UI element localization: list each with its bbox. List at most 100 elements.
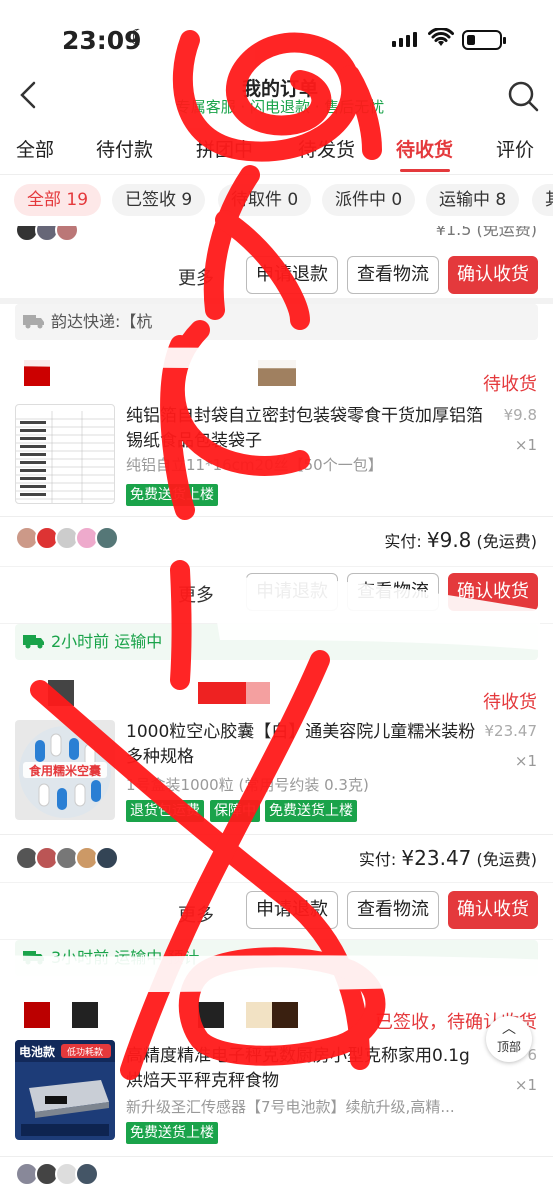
product-quantity: ×1 [514,1076,537,1094]
status-filter-chips: 全部 19 已签收 9 待取件 0 派件中 0 运输中 8 其 [0,176,553,226]
moon-icon: ☾ [128,26,148,51]
avatar [75,1162,99,1186]
order-card-partial: ¥1.5 (免运费) 更多 申请退款 查看物流 确认收货 [0,226,553,298]
order-actions: 更多 申请退款 查看物流 确认收货 [0,567,553,623]
tab-group-buy[interactable]: 拼团中 [196,135,253,162]
shop-name-blur [198,682,246,704]
product-title[interactable]: 纯铝箔自封袋自立密封包装袋零食干货加厚铝箔锡纸食品包装袋子 [126,404,486,454]
status-bar: 23:09 ☾ [0,0,553,70]
chip-all[interactable]: 全部 19 [14,184,102,216]
product-title[interactable]: 1000粒空心胶囊【白】通美容院儿童糯米装粉多种规格 [126,720,486,770]
paid-label: 实付: [384,532,422,551]
more-link[interactable]: 更多 [178,901,214,927]
view-logistics-button[interactable]: 查看物流 [347,891,439,929]
avatar [95,846,119,870]
wifi-icon [428,28,454,46]
shop-logo [48,680,74,706]
shop-logo [24,1002,50,1028]
avatar-group [15,846,119,870]
tab-review[interactable]: 评价 [496,135,534,162]
avatar-group [15,1162,99,1186]
truck-icon [23,315,44,329]
truck-icon [23,635,44,649]
tag-protected: 保障中 [210,800,260,822]
view-logistics-button[interactable]: 查看物流 [347,256,439,294]
shop-name-blur [258,360,296,386]
more-link[interactable]: 更多 [178,264,214,290]
paid-amount: ¥9.8 [426,528,472,552]
paid-amount: ¥23.47 [401,846,472,870]
truck-icon [23,951,44,965]
tab-indicator [400,169,450,172]
paid-total: 实付: ¥23.47 (免运费) [359,846,537,870]
order-card: 2小时前 运输中 待收货 食用糯米空囊 1000粒空心胶囊【白】通美容院儿童糯米… [0,624,553,882]
shop-name-blur [198,1002,224,1028]
avatar-group [15,526,119,550]
product-spec: 1号盒装1000粒 (常用号约装 0.3克) [126,776,369,794]
product-quantity: ×1 [514,436,537,454]
confirm-receipt-button[interactable]: 确认收货 [448,573,538,611]
shop-name-blur [272,1002,298,1028]
tab-pending-receipt[interactable]: 待收货 [396,135,453,162]
paid-note: (免运费) [476,850,538,869]
divider [0,516,553,517]
view-logistics-button[interactable]: 查看物流 [347,573,439,611]
product-title[interactable]: 高精度精准电子秤克数厨房小型克称家用0.1g烘焙天平秤克秤食物 [126,1044,486,1094]
product-quantity: ×1 [514,752,537,770]
order-status: 待收货 [483,692,537,713]
thumbnail-label: 食用糯米空囊 [29,764,102,778]
logistics-text: 韵达快递:【杭 [51,312,153,331]
search-icon[interactable] [507,80,539,112]
order-status: 待收货 [483,374,537,395]
thumbnail-label: 电池款 [19,1045,56,1059]
screen: 23:09 ☾ 我的订单 专属客服 · 闪电退款 · 售后无忧 全部 待付款 拼… [0,0,553,1200]
logistics-bar[interactable]: 韵达快递:【杭 [15,304,538,340]
order-tabs: 全部 待付款 拼团中 待发货 待收货 评价 [0,125,553,175]
tab-pending-payment[interactable]: 待付款 [96,135,153,162]
tag-free-delivery: 免费送货上楼 [265,800,357,822]
thumbnail-label: 低功耗款 [67,1048,104,1058]
paid-amount: ¥1.5 (免运费) [435,226,537,239]
chip-delivering[interactable]: 派件中 0 [322,184,416,216]
tab-pending-shipment[interactable]: 待发货 [298,135,355,162]
back-to-top-label: 顶部 [496,1040,521,1054]
tag-free-delivery: 免费送货上楼 [126,1122,218,1144]
battery-icon [462,30,506,50]
confirm-receipt-button[interactable]: 确认收货 [448,256,538,294]
refund-button[interactable]: 申请退款 [246,573,338,611]
refund-button[interactable]: 申请退款 [246,256,338,294]
size-table-image [16,411,114,503]
refund-button[interactable]: 申请退款 [246,891,338,929]
product-price: ¥23.47 [484,722,538,740]
chip-more[interactable]: 其 [532,184,553,216]
nav-bar: 我的订单 专属客服 · 闪电退款 · 售后无忧 [0,70,553,125]
signal-icon [392,32,417,47]
shop-logo [72,1002,98,1028]
back-arrow-icon[interactable] [14,80,44,110]
chip-signed[interactable]: 已签收 9 [112,184,206,216]
shop-name-blur [246,1002,272,1028]
tag-free-delivery: 免费送货上楼 [126,484,218,506]
more-link[interactable]: 更多 [178,581,214,607]
back-to-top-button[interactable]: ︿ 顶部 [486,1016,532,1062]
avatar [95,526,119,550]
tag-free-return-shipping: 退货包运费 [126,800,204,822]
chip-in-transit[interactable]: 运输中 8 [426,184,520,216]
chip-pickup[interactable]: 待取件 0 [218,184,312,216]
product-price: ¥9.8 [503,406,537,424]
product-thumbnail[interactable]: 食用糯米空囊 [15,720,115,820]
avatar-group [15,226,79,242]
order-actions: 更多 申请退款 查看物流 确认收货 [0,883,553,939]
product-thumbnail[interactable]: 电池款 低功耗款 [15,1040,115,1140]
product-thumbnail[interactable] [15,404,115,504]
service-guarantee: 专属客服 · 闪电退款 · 售后无忧 [175,98,385,116]
logistics-bar[interactable]: 3小时前 运输中 预计 [15,940,538,976]
tab-all[interactable]: 全部 [16,135,54,162]
confirm-receipt-button[interactable]: 确认收货 [448,891,538,929]
order-list: ¥1.5 (免运费) 更多 申请退款 查看物流 确认收货 韵达快递:【杭 待收货 [0,226,553,1200]
paid-total: 实付: ¥9.8 (免运费) [384,528,537,552]
divider [0,834,553,835]
chevron-up-icon: ︿ [502,1021,516,1037]
product-spec: 新升级圣汇传感器【7号电池款】续航升级,高精... [126,1098,455,1116]
logistics-bar[interactable]: 2小时前 运输中 [15,624,538,660]
